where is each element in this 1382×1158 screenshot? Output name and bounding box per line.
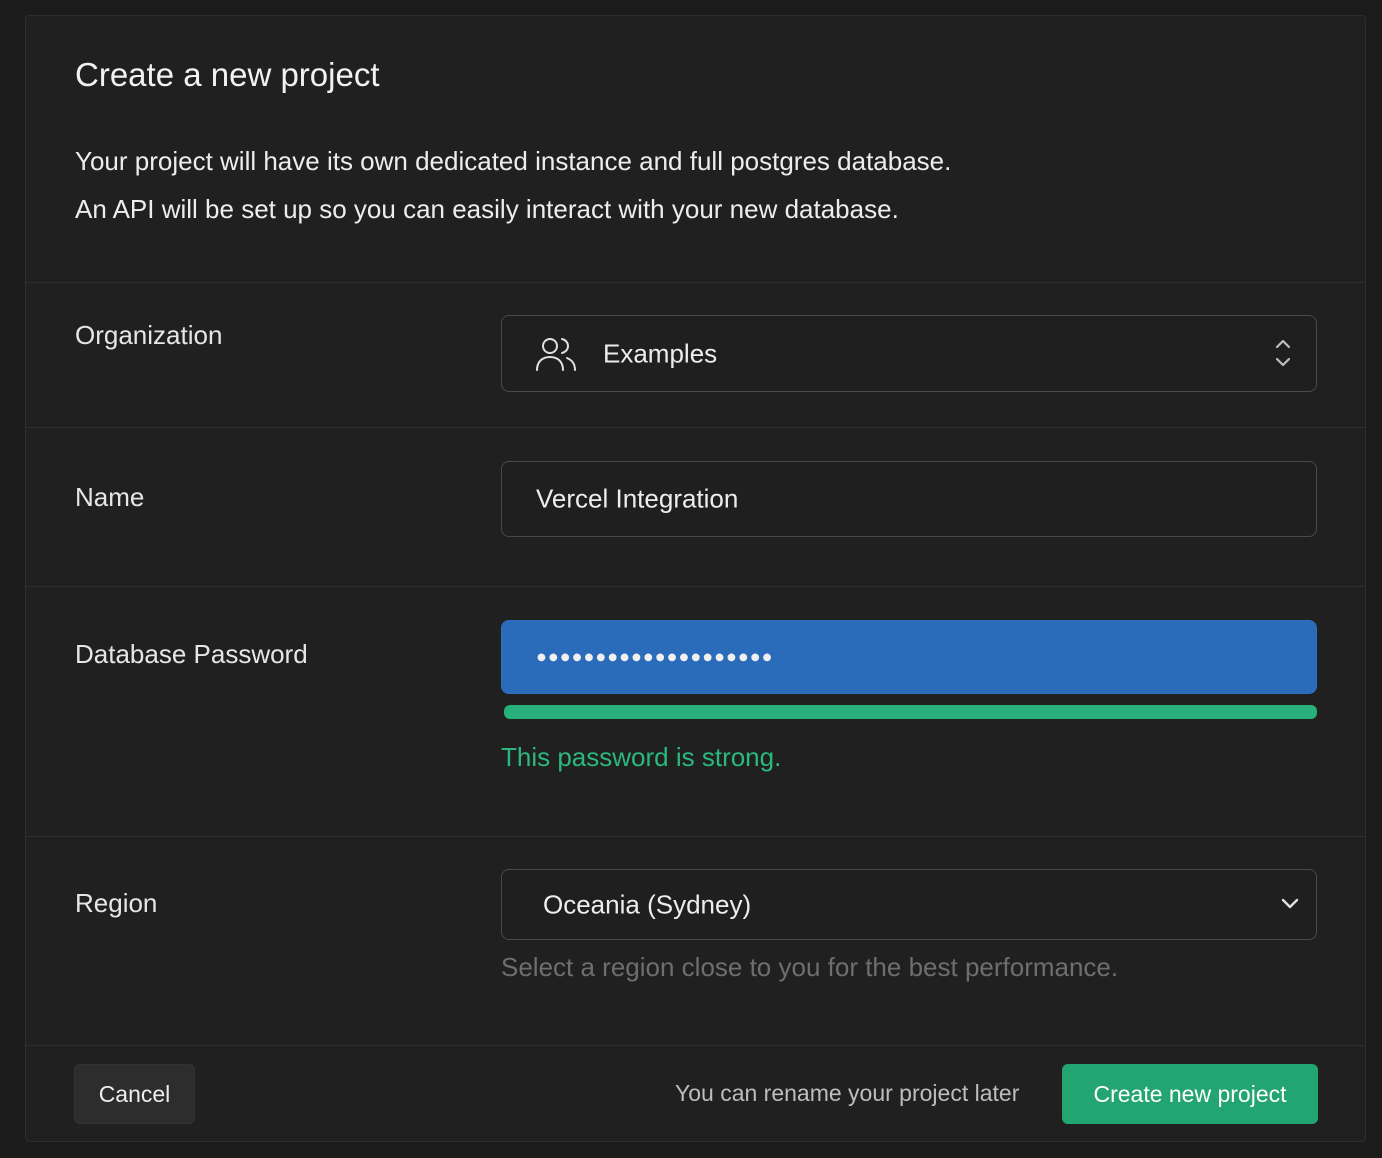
description-line-1: Your project will have its own dedicated… — [75, 146, 952, 176]
rename-note: You can rename your project later — [675, 1080, 1020, 1106]
create-project-dialog: Create a new project Your project will h… — [25, 15, 1366, 1142]
create-project-button[interactable]: Create new project — [1062, 1064, 1318, 1124]
region-hint: Select a region close to you for the bes… — [501, 952, 1119, 982]
page-title: Create a new project — [75, 56, 380, 93]
organization-label: Organization — [75, 320, 223, 350]
cancel-button[interactable]: Cancel — [74, 1064, 195, 1124]
region-select[interactable]: Oceania (Sydney) — [501, 869, 1317, 940]
password-strength-message: This password is strong. — [501, 742, 782, 772]
name-label: Name — [75, 482, 145, 512]
organization-row: Organization Examples — [26, 282, 1365, 428]
users-icon — [536, 338, 576, 371]
organization-value: Examples — [603, 338, 718, 368]
region-row: Region Oceania (Sydney) — [26, 837, 1365, 1046]
dialog-header: Create a new project Your project will h… — [26, 16, 1365, 283]
chevron-down-icon — [1281, 898, 1299, 909]
dialog-footer: Cancel You can rename your project later… — [26, 1046, 1365, 1143]
region-label: Region — [75, 888, 158, 918]
region-selected-value: Oceania (Sydney) — [543, 889, 752, 919]
password-label: Database Password — [75, 639, 308, 669]
description-line-2: An API will be set up so you can easily … — [75, 194, 899, 224]
password-strength-bar — [504, 705, 1317, 719]
name-row: Name Vercel Integration — [26, 428, 1365, 587]
project-name-input[interactable]: Vercel Integration — [501, 461, 1317, 537]
password-masked-value: ●●●●●●●●●●●●●●●●●●●● — [536, 646, 774, 667]
database-password-input[interactable]: ●●●●●●●●●●●●●●●●●●●● — [501, 620, 1317, 694]
organization-select[interactable]: Examples — [501, 315, 1317, 392]
project-name-value: Vercel Integration — [536, 483, 739, 514]
up-down-chevron-icon — [1275, 339, 1291, 367]
